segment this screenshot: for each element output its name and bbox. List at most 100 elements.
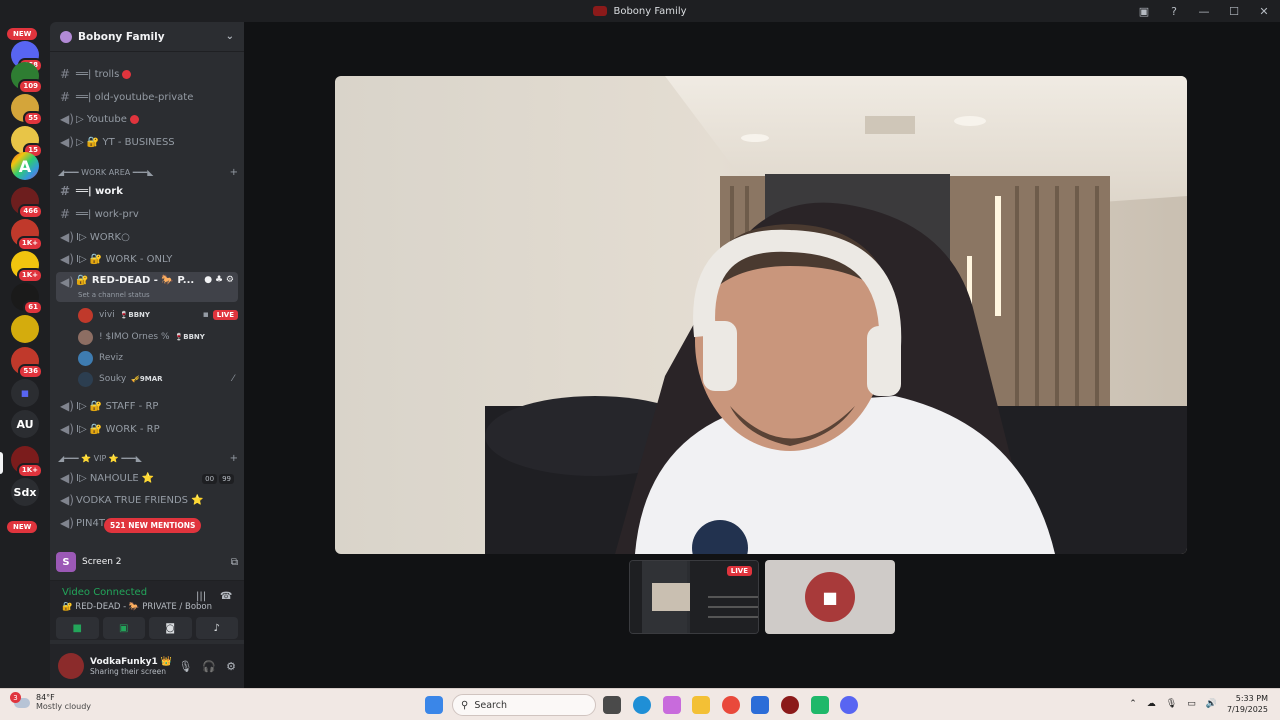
channel-trolls[interactable]: # ══| trolls [56, 64, 238, 84]
task-view-icon[interactable] [603, 696, 621, 714]
title-bar: Bobony Family ▣ ? — ☐ ✕ [0, 0, 1280, 22]
new-mentions-pill[interactable]: 521 NEW MENTIONS [104, 518, 202, 533]
folder-icon[interactable]: ▪ [11, 379, 39, 407]
volume-icon[interactable]: 🔊 [1206, 699, 1217, 709]
store-icon[interactable] [751, 696, 769, 714]
server-icon[interactable]: A [11, 152, 39, 180]
category-vip[interactable]: ◢━━━ ⭐ VIP ⭐ ━━━◣ + [58, 451, 238, 465]
guild-name: Bobony Family [78, 30, 165, 43]
username: VodkaFunky1 👑 [90, 656, 173, 667]
app-icon[interactable] [811, 696, 829, 714]
activity-button[interactable]: ◙ [149, 617, 192, 639]
guild-header[interactable]: Bobony Family ⌄ [50, 22, 244, 52]
hash-icon: # [60, 184, 71, 198]
taskbar-search[interactable]: ⚲ Search [452, 694, 596, 716]
server-icon[interactable]: 55 [11, 94, 43, 126]
connection-channel[interactable]: 🔐 RED-DEAD - 🐎 PRIVATE / Bobony F... [62, 602, 212, 612]
voice-user[interactable]: vivi 🍷BBNY ▪ LIVE [78, 306, 238, 324]
copilot-icon[interactable] [663, 696, 681, 714]
network-icon[interactable]: ☁ [1147, 699, 1156, 709]
channel-work[interactable]: # ══| work [56, 181, 238, 201]
server-icon[interactable]: AU [11, 410, 39, 438]
server-icon[interactable]: 1K+ [11, 446, 43, 478]
temperature: 84°F [36, 693, 55, 702]
microphone-icon[interactable]: 🎙 [178, 660, 192, 673]
headphones-icon[interactable]: 🎧 [202, 660, 216, 673]
noise-suppression-icon[interactable]: ||| [196, 591, 206, 602]
speaker-icon: ◀) [60, 252, 74, 266]
weather-widget[interactable]: 3 84°F Mostly cloudy [10, 692, 91, 711]
window-title: Bobony Family [613, 5, 687, 17]
camera-button[interactable]: ■ [56, 617, 99, 639]
microphone-icon[interactable]: 🎙 [1166, 699, 1177, 709]
channel-youtube[interactable]: ◀) ▷ Youtube [56, 109, 238, 129]
chrome-icon[interactable] [722, 696, 740, 714]
channel-list: # ══| trolls # ══| old-youtube-private ◀) ▷… [50, 52, 244, 550]
minimize-button[interactable]: — [1196, 3, 1212, 19]
add-channel-icon[interactable]: + [230, 453, 238, 464]
invite-icon[interactable]: ♣ [215, 275, 223, 285]
popout-icon[interactable]: ⧉ [231, 557, 238, 568]
close-button[interactable]: ✕ [1256, 3, 1272, 19]
channel-work-rp[interactable]: ◀) I▷ 🔐 WORK - RP [56, 419, 238, 439]
windows-start-icon[interactable] [425, 696, 443, 714]
edge-icon[interactable] [633, 696, 651, 714]
file-explorer-icon[interactable] [692, 696, 710, 714]
channel-sidebar: Bobony Family ⌄ # ══| trolls # ══| old-you… [50, 22, 244, 688]
hash-icon: # [60, 207, 71, 221]
clock[interactable]: 5:33 PM 7/19/2025 [1227, 693, 1268, 715]
gear-icon[interactable]: ⚙ [226, 660, 236, 673]
new-unread-pill[interactable]: NEW [7, 521, 38, 533]
app-icon[interactable] [781, 696, 799, 714]
channel-work-o[interactable]: ◀) I▷ WORK○ [56, 227, 238, 247]
channel-work-only[interactable]: ◀) I▷ 🔐 WORK - ONLY [56, 249, 238, 269]
chevron-down-icon[interactable]: ⌄ [226, 31, 234, 42]
discord-icon[interactable] [840, 696, 858, 714]
connection-status[interactable]: Video Connected [62, 587, 147, 598]
server-icon[interactable]: 1K+ [11, 219, 43, 251]
channel-old-youtube[interactable]: # ══| old-youtube-private [56, 87, 238, 107]
channel-staff-rp[interactable]: ◀) I▷ 🔐 STAFF - RP [56, 396, 238, 416]
new-unread-pill[interactable]: NEW [7, 28, 38, 40]
gear-icon[interactable]: ⚙ [226, 275, 234, 285]
disconnect-icon[interactable]: ☎ [220, 591, 232, 602]
screen-share-icon[interactable]: ▣ [1136, 3, 1152, 19]
add-channel-icon[interactable]: + [230, 167, 238, 178]
server-icon[interactable]: 466 [11, 187, 43, 219]
speaker-icon: ◀) [60, 493, 74, 507]
channel-status[interactable]: Set a channel status [78, 291, 150, 299]
display-icon[interactable]: ▭ [1187, 699, 1196, 709]
voice-user[interactable]: Souky 🎺9MAR ⁄ [78, 370, 238, 388]
chevron-up-icon[interactable]: ⌃ [1129, 699, 1137, 709]
screen-share-panel[interactable]: S Screen 2 ⧉ [56, 548, 238, 576]
server-icon[interactable] [11, 315, 39, 343]
chat-icon[interactable]: ● [204, 275, 212, 285]
hash-icon: # [60, 90, 71, 104]
server-icon[interactable]: 15 [11, 126, 43, 158]
speaker-icon: ◀) [60, 422, 74, 436]
server-icon[interactable]: 536 [11, 347, 43, 379]
category-work-area[interactable]: ◢━━━ WORK AREA ━━━◣ + [58, 165, 238, 179]
server-icon[interactable]: 109 [11, 62, 43, 94]
channel-vodka[interactable]: ◀) VODKA TRUE FRIENDS ⭐ [56, 490, 238, 510]
speaker-icon: ◀) [60, 230, 74, 244]
soundboard-button[interactable]: ♪ [195, 617, 238, 639]
stream-thumbnail-screen[interactable]: LIVE [629, 560, 759, 634]
voice-user[interactable]: Reviz [78, 349, 238, 367]
voice-user[interactable]: ! $IMO Ornes % 🍷BBNY [78, 328, 238, 346]
server-icon[interactable]: 61 [11, 283, 43, 315]
live-badge: LIVE [726, 566, 752, 576]
channel-nahoule[interactable]: ◀) I▷ NAHOULE ⭐ 00 99 [56, 468, 238, 488]
help-icon[interactable]: ? [1166, 3, 1182, 19]
server-icon[interactable]: 1K+ [11, 251, 43, 283]
stream-thumbnail-camera[interactable]: ■ [765, 560, 895, 634]
main-video-stream[interactable] [335, 76, 1187, 554]
channel-yt-business[interactable]: ◀) ▷ 🔐 YT - BUSINESS [56, 132, 238, 152]
maximize-button[interactable]: ☐ [1226, 3, 1242, 19]
taskbar: 3 84°F Mostly cloudy ⚲ Search ⌃ ☁ 🎙 ▭ 🔊 … [0, 688, 1280, 720]
screen-share-button[interactable]: ▣ [102, 617, 145, 639]
channel-work-prv[interactable]: # ══| work-prv [56, 204, 238, 224]
avatar[interactable] [58, 653, 84, 679]
server-icon[interactable]: Sdx [11, 478, 39, 506]
live-badge[interactable]: LIVE [212, 310, 238, 320]
